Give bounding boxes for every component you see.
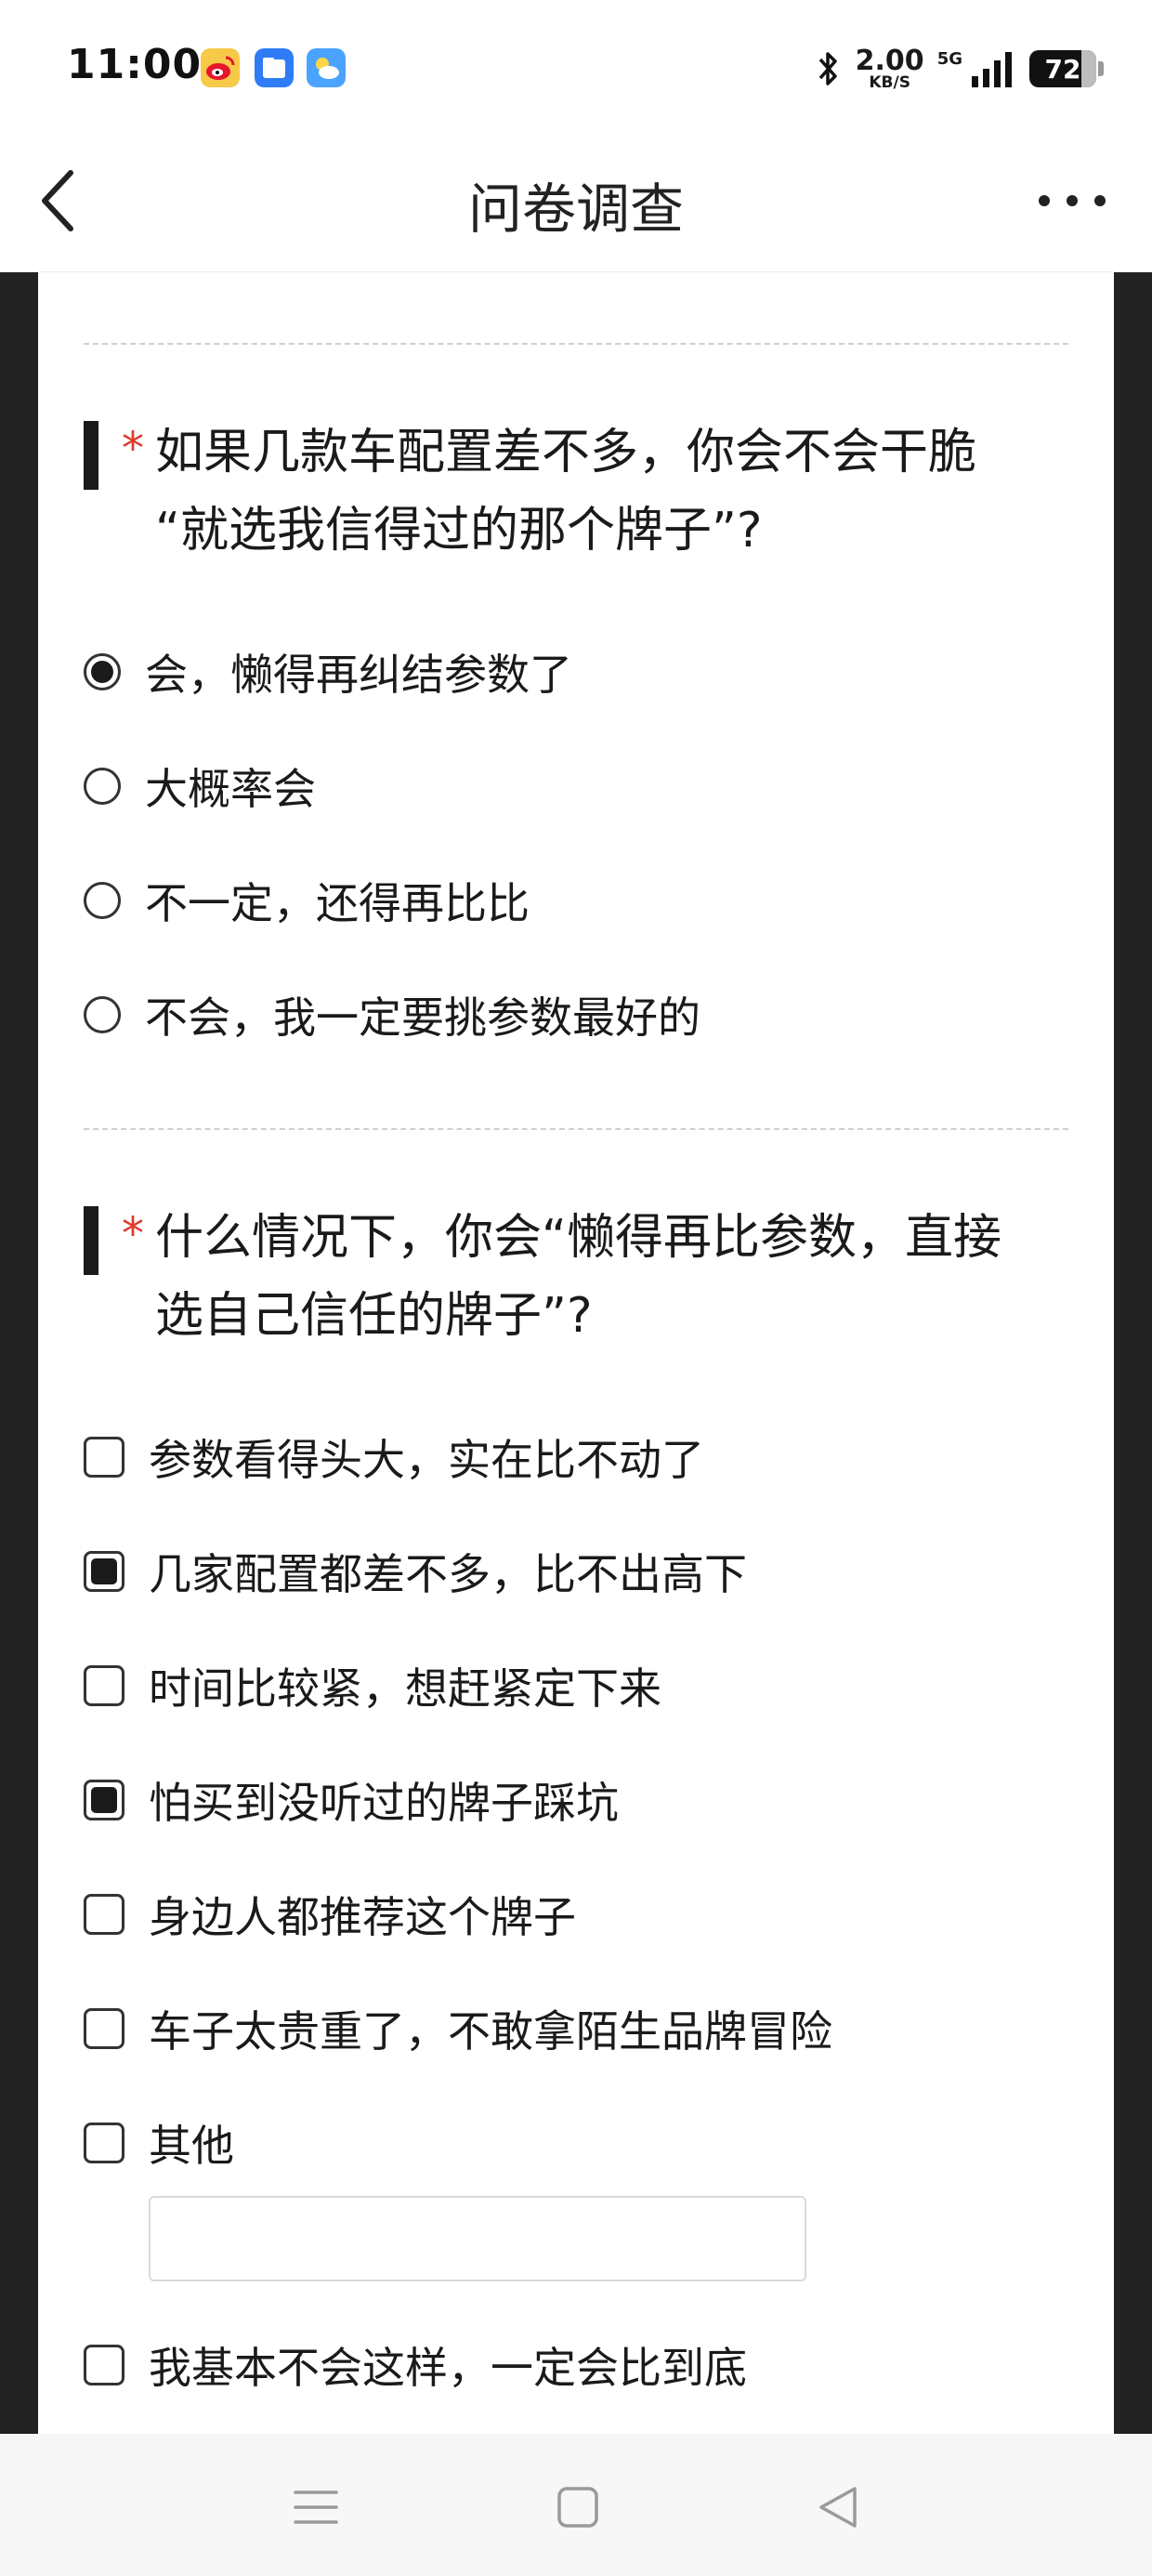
divider <box>84 1128 1068 1130</box>
page-title: 问卷调查 <box>467 177 684 241</box>
back-triangle-icon[interactable] <box>812 2481 864 2533</box>
checkbox-option[interactable]: 怕买到没听过的牌子踩坑 <box>84 1772 619 1828</box>
weather-icon <box>307 48 346 87</box>
divider <box>84 343 1068 345</box>
required-mark: * <box>122 1208 144 1260</box>
checkbox-icon[interactable] <box>84 1437 124 1478</box>
radio-option[interactable]: 不会，我一定要挑参数最好的 <box>84 987 700 1043</box>
bluetooth-icon <box>818 52 837 85</box>
question-title: 如果几款车配置差不多，你会不会干脆 “就选我信得过的那个牌子”? <box>155 425 977 559</box>
required-mark: * <box>122 423 144 475</box>
checkbox-option[interactable]: 几家配置都差不多，比不出高下 <box>84 1544 747 1599</box>
menu-icon[interactable] <box>290 2481 342 2533</box>
checkbox-option[interactable]: 时间比较紧，想赶紧定下来 <box>84 1658 661 1714</box>
radio-option[interactable]: 大概率会 <box>84 758 316 814</box>
checkbox-checked-icon[interactable] <box>84 1551 124 1592</box>
files-icon <box>255 48 294 87</box>
checkbox-icon[interactable] <box>84 2008 124 2049</box>
checkbox-option[interactable]: 我基本不会这样，一定会比到底 <box>84 2337 747 2393</box>
radio-option[interactable]: 不一定，还得再比比 <box>84 873 530 928</box>
checkbox-option[interactable]: 其他 <box>84 2115 234 2171</box>
status-time: 11:00 <box>67 41 203 88</box>
checkbox-icon[interactable] <box>84 1665 124 1706</box>
signal-icon <box>972 52 1012 87</box>
checkbox-checked-icon[interactable] <box>84 1780 124 1820</box>
checkbox-icon[interactable] <box>84 2123 124 2163</box>
checkbox-option[interactable]: 参数看得头大，实在比不动了 <box>84 1429 704 1485</box>
radio-icon[interactable] <box>84 882 121 919</box>
question-marker <box>84 1206 98 1275</box>
question-title: 什么情况下，你会“懒得再比参数，直接 选自己信任的牌子”? <box>155 1210 1001 1344</box>
checkbox-icon[interactable] <box>84 2345 124 2385</box>
question-marker <box>84 421 98 490</box>
checkbox-option[interactable]: 身边人都推荐这个牌子 <box>84 1886 576 1942</box>
radio-icon[interactable] <box>84 996 121 1033</box>
other-text-input[interactable] <box>149 2196 806 2281</box>
checkbox-option[interactable]: 车子太贵重了，不敢拿陌生品牌冒险 <box>84 2001 832 2057</box>
survey-card: * 如果几款车配置差不多，你会不会干脆 “就选我信得过的那个牌子”? 会，懒得再… <box>38 272 1114 2434</box>
radio-checked-icon[interactable] <box>84 653 121 690</box>
radio-icon[interactable] <box>84 768 121 805</box>
weibo-icon <box>201 48 240 87</box>
radio-option[interactable]: 会，懒得再纠结参数了 <box>84 644 572 700</box>
network-type: 5G <box>936 48 962 69</box>
network-speed: 2.00 KB/S <box>855 44 924 92</box>
more-horizontal-icon[interactable] <box>1035 182 1109 219</box>
checkbox-icon[interactable] <box>84 1894 124 1935</box>
status-bar: 11:00 2.00 KB/S 5G 72 <box>0 0 1152 138</box>
status-right: 2.00 KB/S 5G 72 <box>815 43 1104 95</box>
battery-icon: 72 <box>1029 50 1104 87</box>
home-square-icon[interactable] <box>552 2481 604 2533</box>
